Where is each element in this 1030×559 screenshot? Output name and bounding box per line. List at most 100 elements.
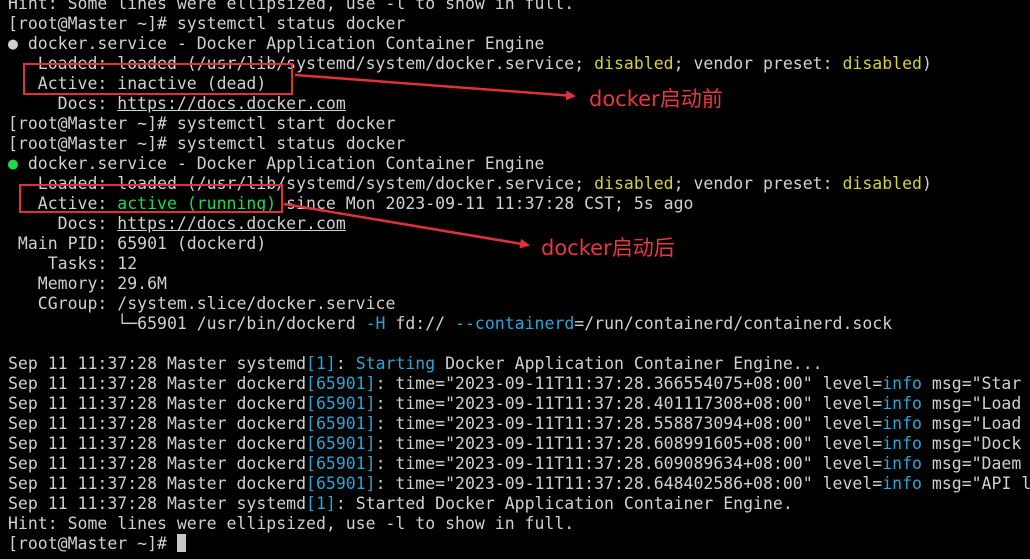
terminal-text-segment: info [882, 394, 922, 413]
terminal-text-segment: Hint: Some lines were ellipsized, use -l… [8, 0, 575, 13]
terminal-text-segment: fd:// [385, 314, 456, 333]
terminal-text-segment: [65901] [306, 394, 376, 413]
terminal-line: CGroup: /system.slice/docker.service [8, 294, 1030, 314]
terminal-text-segment: disabled [842, 54, 922, 73]
terminal-line: ● docker.service - Docker Application Co… [8, 154, 1030, 174]
terminal-text-segment: since Mon 2023-09-11 11:37:28 CST; 5s ag… [276, 194, 694, 213]
terminal-text-segment: : [335, 354, 356, 373]
terminal-text-segment: Sep 11 11:37:28 Master systemd [8, 494, 307, 513]
terminal-line: [root@Master ~]# systemctl status docker [8, 134, 1030, 154]
terminal-text-segment: ) [921, 174, 932, 193]
terminal-line: ● docker.service - Docker Application Co… [8, 34, 1030, 54]
terminal-text-segment: : time="2023-09-11T11:37:28.558873094+08… [375, 414, 883, 433]
terminal-text-segment: ● [8, 34, 28, 53]
terminal-text-segment: Docker Application Container Engine... [435, 354, 823, 373]
terminal-text-segment: Docs: [8, 94, 118, 113]
terminal-text-segment: ) [921, 54, 932, 73]
terminal-text-segment: : Started Docker Application Container E… [335, 494, 793, 513]
terminal-text-segment: : time="2023-09-11T11:37:28.609089634+08… [375, 454, 883, 473]
terminal-cursor[interactable] [176, 534, 186, 552]
terminal-text-segment: Docs: [8, 214, 118, 233]
terminal-line: Sep 11 11:37:28 Master dockerd[65901]: t… [8, 374, 1030, 394]
terminal-text-segment: disabled [594, 54, 674, 73]
terminal-text-segment: msg="Daem [921, 454, 1022, 473]
terminal-text-segment: [1] [306, 354, 336, 373]
terminal-text-segment: [65901] [306, 374, 376, 393]
terminal-line: Memory: 29.6M [8, 274, 1030, 294]
terminal-line: Hint: Some lines were ellipsized, use -l… [8, 0, 1030, 14]
terminal-text-segment: docker.service - Docker Application Cont… [27, 34, 545, 53]
terminal-text-segment: [1] [306, 494, 336, 513]
terminal-text-segment: [root@Master ~]# [8, 534, 177, 553]
terminal-line: Sep 11 11:37:28 Master dockerd[65901]: t… [8, 394, 1030, 414]
terminal-text-segment: [65901] [306, 414, 376, 433]
terminal-text-segment: Main PID: 65901 (dockerd) [8, 234, 267, 253]
terminal-text-segment: msg="Load [921, 414, 1022, 433]
terminal-text-segment: info [882, 414, 922, 433]
terminal-text-segment: CGroup: /system.slice/docker.service [8, 294, 396, 313]
terminal-text-segment: : time="2023-09-11T11:37:28.648402586+08… [375, 474, 883, 493]
terminal-text-segment: Sep 11 11:37:28 Master dockerd [8, 434, 307, 453]
terminal-text-segment: disabled [842, 174, 922, 193]
terminal-text-segment: Sep 11 11:37:28 Master dockerd [8, 414, 307, 433]
terminal-text-segment: Starting [355, 354, 436, 373]
terminal-text-segment: : time="2023-09-11T11:37:28.401117308+08… [375, 394, 883, 413]
terminal-window[interactable]: Hint: Some lines were ellipsized, use -l… [0, 0, 1030, 559]
terminal-text-segment: https://docs.docker.com [117, 94, 346, 113]
terminal-text-segment: [root@Master ~]# systemctl status docker [8, 14, 406, 33]
terminal-text-segment: [65901] [306, 454, 376, 473]
terminal-text-segment: msg="API l [921, 474, 1030, 493]
terminal-line: Docs: https://docs.docker.com [8, 214, 1030, 234]
terminal-text-segment: └─65901 /usr/bin/dockerd [8, 314, 366, 333]
terminal-text-segment: disabled [594, 174, 674, 193]
terminal-text-segment: https://docs.docker.com [117, 214, 346, 233]
terminal-text-segment: msg="Star [921, 374, 1022, 393]
terminal-line: Sep 11 11:37:28 Master systemd[1]: Start… [8, 354, 1030, 374]
terminal-text-segment: ● [8, 154, 28, 173]
terminal-text-segment: : time="2023-09-11T11:37:28.366554075+08… [375, 374, 883, 393]
terminal-line: Sep 11 11:37:28 Master dockerd[65901]: t… [8, 434, 1030, 454]
before-start-label: docker启动前 [589, 87, 723, 111]
terminal-text-segment: ; vendor preset: [673, 54, 843, 73]
terminal-text-segment: Sep 11 11:37:28 Master dockerd [8, 374, 307, 393]
terminal-line: Docs: https://docs.docker.com [8, 94, 1030, 114]
terminal-text-segment: Sep 11 11:37:28 Master dockerd [8, 474, 307, 493]
inactive-highlight-box [23, 63, 293, 95]
terminal-text-segment: msg="Dock [921, 434, 1022, 453]
terminal-text-segment: : time="2023-09-11T11:37:28.608991605+08… [375, 434, 883, 453]
terminal-text-segment: Sep 11 11:37:28 Master dockerd [8, 454, 307, 473]
terminal-text-segment: -H [365, 314, 386, 333]
terminal-line: Main PID: 65901 (dockerd) [8, 234, 1030, 254]
terminal-text-segment: info [882, 374, 922, 393]
terminal-line: Sep 11 11:37:28 Master dockerd[65901]: t… [8, 474, 1030, 494]
terminal-text-segment: Hint: Some lines were ellipsized, use -l… [8, 514, 575, 533]
terminal-text-segment: info [882, 434, 922, 453]
terminal-text-segment: Memory: 29.6M [8, 274, 167, 293]
terminal-line: Hint: Some lines were ellipsized, use -l… [8, 514, 1030, 534]
terminal-text-segment: =/run/containerd/containerd.sock [574, 314, 893, 333]
terminal-line: [root@Master ~]# systemctl status docker [8, 14, 1030, 34]
terminal-line: Tasks: 12 [8, 254, 1030, 274]
terminal-line: [root@Master ~]# systemctl start docker [8, 114, 1030, 134]
after-start-label: docker启动后 [541, 236, 675, 260]
terminal-text-segment: info [882, 454, 922, 473]
terminal-text-segment: [root@Master ~]# systemctl start docker [8, 114, 396, 133]
terminal-text-segment: info [882, 474, 922, 493]
terminal-line: [root@Master ~]# [8, 534, 1030, 554]
terminal-text-segment: docker.service - Docker Application Cont… [27, 154, 545, 173]
terminal-line: Sep 11 11:37:28 Master systemd[1]: Start… [8, 494, 1030, 514]
terminal-text-segment: Sep 11 11:37:28 Master systemd [8, 354, 307, 373]
terminal-line: Sep 11 11:37:28 Master dockerd[65901]: t… [8, 454, 1030, 474]
terminal-text-segment: [65901] [306, 434, 376, 453]
terminal-line: Sep 11 11:37:28 Master dockerd[65901]: t… [8, 414, 1030, 434]
terminal-line: └─65901 /usr/bin/dockerd -H fd:// --cont… [8, 314, 1030, 334]
terminal-text-segment: [root@Master ~]# systemctl status docker [8, 134, 406, 153]
terminal-text-segment: Sep 11 11:37:28 Master dockerd [8, 394, 307, 413]
terminal-text-segment: msg="Load [921, 394, 1022, 413]
terminal-text-segment: [65901] [306, 474, 376, 493]
active-highlight-box [19, 184, 283, 213]
terminal-text-segment: --containerd [455, 314, 575, 333]
terminal-text-segment: Tasks: 12 [8, 254, 138, 273]
terminal-text-segment: ; vendor preset: [673, 174, 843, 193]
